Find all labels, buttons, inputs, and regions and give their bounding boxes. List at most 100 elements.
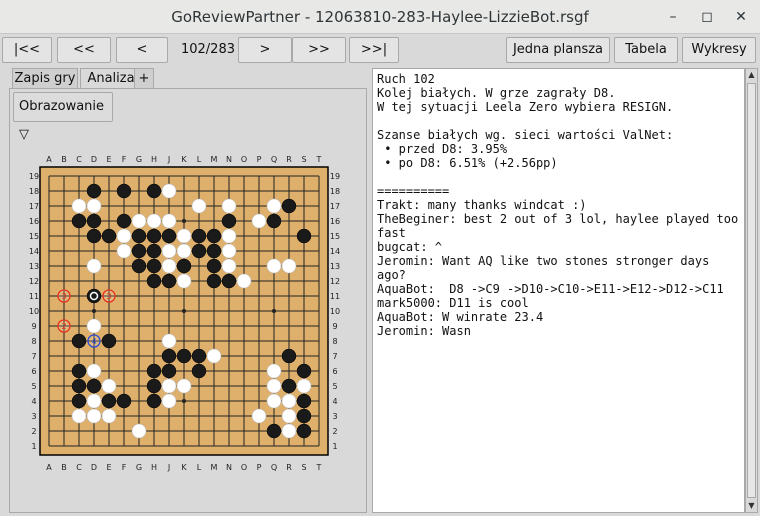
white-stone (116, 243, 132, 259)
first-move-button[interactable]: |<< (2, 37, 52, 63)
add-tab-button[interactable]: + (134, 68, 154, 88)
column-label: Q (271, 463, 277, 472)
black-stone (101, 228, 117, 244)
analysis-panel: Obrazowanie ▽ AABBCCDDEEFFGGHHJJKKLLMMNN… (9, 88, 367, 513)
white-stone (161, 183, 177, 199)
text-line: Ruch 102 (377, 72, 435, 86)
comment-text-area[interactable]: Ruch 102 Kolej białych. W grze zagrały D8… (372, 68, 745, 513)
white-stone (176, 273, 192, 289)
white-stone (281, 258, 297, 274)
black-stone (101, 333, 117, 349)
column-label: G (136, 155, 142, 164)
text-line: mark5000: D11 is cool (377, 296, 529, 310)
black-stone (86, 213, 102, 229)
window-title: GoReviewPartner - 12063810-283-Haylee-Li… (171, 8, 589, 26)
white-stone (221, 228, 237, 244)
column-label: K (181, 463, 187, 472)
black-stone (116, 183, 132, 199)
go-board[interactable]: AABBCCDDEEFFGGHHJJKKLLMMNNOOPPQQRRSSTT19… (10, 89, 366, 512)
last-move-button[interactable]: >>| (349, 37, 399, 63)
row-label: 4 (332, 397, 337, 406)
white-stone (71, 408, 87, 424)
row-label: 19 (330, 172, 340, 181)
tab-analysis[interactable]: Analiza (80, 68, 142, 88)
row-label: 1 (31, 442, 36, 451)
row-label: 10 (29, 307, 39, 316)
column-label: E (106, 155, 111, 164)
forward-10-button[interactable]: >> (292, 37, 346, 63)
vertical-scrollbar[interactable]: ▲ ▼ (745, 68, 758, 513)
black-stone (146, 273, 162, 289)
white-stone (266, 378, 282, 394)
row-label: 2 (332, 427, 337, 436)
white-stone (86, 198, 102, 214)
row-label: 15 (29, 232, 39, 241)
row-label: 9 (332, 322, 337, 331)
black-stone (221, 213, 237, 229)
black-stone (71, 363, 87, 379)
column-label: A (46, 155, 52, 164)
column-label: F (122, 155, 127, 164)
column-label: F (122, 463, 127, 472)
row-label: 14 (330, 247, 340, 256)
black-stone (296, 423, 312, 439)
row-label: 7 (31, 352, 36, 361)
black-stone (191, 348, 207, 364)
scroll-down-icon[interactable]: ▼ (746, 500, 757, 512)
row-label: 1 (332, 442, 337, 451)
text-line: bugcat: ^ (377, 240, 443, 254)
row-label: 12 (330, 277, 340, 286)
black-stone (281, 348, 297, 364)
black-stone (146, 363, 162, 379)
column-label: S (301, 463, 306, 472)
tab-game-record[interactable]: Zapis gry (12, 68, 78, 88)
minimize-icon[interactable]: – (663, 7, 683, 27)
black-stone (116, 393, 132, 409)
row-label: 13 (330, 262, 340, 271)
scroll-up-icon[interactable]: ▲ (746, 69, 757, 81)
black-stone (176, 258, 192, 274)
maximize-icon[interactable]: ◻ (697, 7, 717, 27)
next-move-button[interactable]: > (238, 37, 292, 63)
black-stone (131, 228, 147, 244)
column-label: M (211, 155, 218, 164)
row-label: 10 (330, 307, 340, 316)
previous-move-button[interactable]: < (116, 37, 168, 63)
white-stone (161, 243, 177, 259)
row-label: 18 (29, 187, 39, 196)
star-point (182, 399, 186, 403)
variation-number: 4 (91, 337, 96, 346)
white-stone (266, 198, 282, 214)
single-board-button[interactable]: Jedna plansza (506, 37, 610, 63)
black-stone (281, 378, 297, 394)
text-line: ========== (377, 184, 450, 198)
back-10-button[interactable]: << (57, 37, 111, 63)
column-label: T (316, 463, 322, 472)
white-stone (236, 273, 252, 289)
text-line: Kolej białych. W grze zagrały D8. (377, 86, 616, 100)
column-label: A (46, 463, 52, 472)
white-stone (251, 213, 267, 229)
table-button[interactable]: Tabela (614, 37, 678, 63)
text-line (377, 170, 740, 184)
text-line: Jeromin: Wasn (377, 324, 471, 338)
row-label: 12 (29, 277, 39, 286)
black-stone (146, 258, 162, 274)
column-label: D (91, 463, 97, 472)
close-icon[interactable]: ✕ (731, 7, 751, 27)
column-label: R (286, 463, 292, 472)
black-stone (176, 348, 192, 364)
text-line: TheBeginer: best 2 out of 3 lol, haylee … (377, 212, 739, 226)
column-label: N (226, 155, 232, 164)
white-stone (161, 258, 177, 274)
white-stone (281, 393, 297, 409)
black-stone (101, 393, 117, 409)
white-stone (161, 378, 177, 394)
scrollbar-thumb[interactable] (747, 83, 756, 498)
row-label: 11 (330, 292, 340, 301)
charts-button[interactable]: Wykresy (682, 37, 756, 63)
variation-number: 3 (106, 292, 111, 301)
white-stone (221, 198, 237, 214)
row-label: 14 (29, 247, 39, 256)
text-line: AquaBot: D8 ->C9 ->D10->C10->E11->E12->D… (377, 282, 724, 296)
